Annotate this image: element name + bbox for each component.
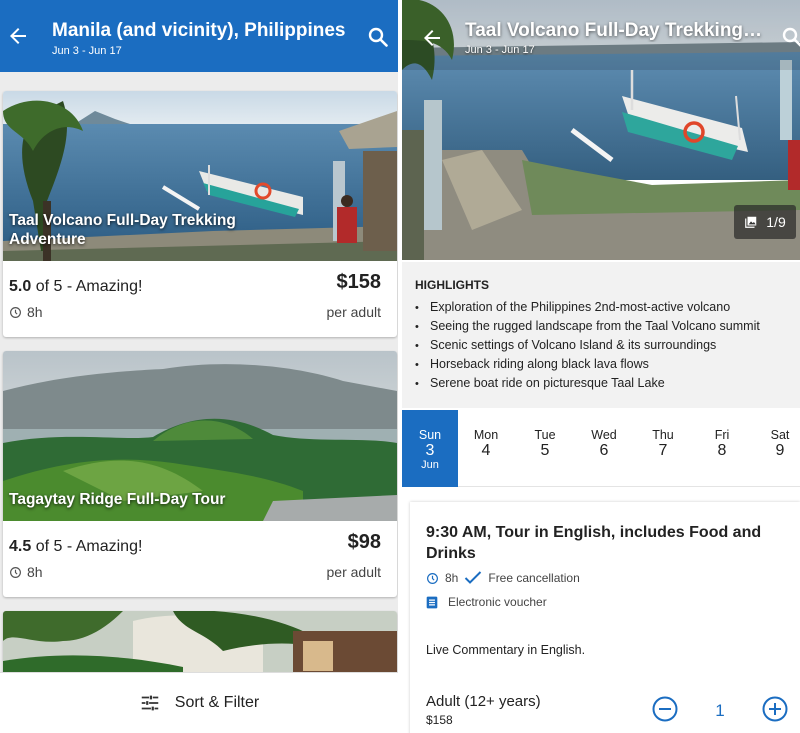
day-name: Wed [591, 428, 617, 442]
clock-icon [10, 306, 21, 318]
tour-option-title: 9:30 AM, Tour in English, includes Food … [426, 524, 762, 562]
search-results-screen: Manila (and vicinity), Philippines Jun 3… [0, 0, 398, 733]
day-date: 9 [775, 442, 785, 459]
ticket-type-label: Adult (12+ years) [426, 693, 541, 710]
highlight-item: Scenic settings of Volcano Island & its … [415, 336, 760, 355]
price: $98 [347, 531, 381, 553]
highlights-list: Exploration of the Philippines 2nd-most-… [415, 298, 760, 393]
voucher-row: Electronic voucher [426, 595, 547, 609]
activity-card-partial[interactable] [3, 611, 397, 681]
day-name: Fri [714, 428, 730, 442]
activity-photo: Tagaytay Ridge Full-Day Tour [3, 351, 397, 521]
tour-duration: 8h [445, 571, 459, 585]
results-app-bar: Manila (and vicinity), Philippines Jun 3… [0, 0, 398, 72]
day-date: 5 [540, 442, 550, 459]
plus-circle-icon[interactable] [762, 696, 788, 722]
activity-hero-image[interactable]: Taal Volcano Full-Day Trekking Adventure… [402, 0, 800, 260]
highlights-heading: HIGHLIGHTS [415, 278, 489, 292]
duration: 8h [9, 304, 43, 320]
destination-title: Manila (and vicinity), Philippines [52, 20, 346, 41]
ticket-price: $158 [426, 713, 453, 727]
price-unit: per adult [326, 564, 381, 580]
day-thu[interactable]: Thu 7 [635, 410, 691, 487]
search-icon[interactable] [366, 25, 390, 49]
day-date: 4 [481, 442, 491, 459]
voucher-text: Electronic voucher [448, 595, 547, 609]
activity-title: Taal Volcano Full-Day Trekking Adventure [9, 212, 236, 248]
tour-option-meta: 8h Free cancellation [426, 570, 580, 586]
commentary-text: Live Commentary in English. [426, 643, 586, 657]
activity-card-tagaytay[interactable]: Tagaytay Ridge Full-Day Tour 4.5 of 5 - … [3, 351, 397, 597]
rating-score: 4.5 [9, 538, 32, 555]
sort-filter-button[interactable]: Sort & Filter [0, 672, 398, 733]
sliders-icon [141, 695, 159, 711]
photo-counter-text: 1/9 [766, 214, 786, 230]
highlight-item: Serene boat ride on picturesque Taal Lak… [415, 374, 760, 393]
day-fri[interactable]: Fri 8 [694, 410, 750, 487]
rating-score: 5.0 [9, 278, 32, 295]
day-date: 7 [658, 442, 668, 459]
price: $158 [336, 271, 382, 293]
day-name: Sat [770, 428, 790, 442]
checkmark-icon [465, 571, 482, 584]
day-sat[interactable]: Sat 9 [752, 410, 800, 487]
day-sun[interactable]: Sun 3 Jun [402, 410, 458, 487]
activity-detail-screen: Taal Volcano Full-Day Trekking Adventure… [402, 0, 800, 733]
ticket-quantity: 1 [715, 701, 725, 720]
day-name: Mon [473, 428, 499, 442]
minus-circle-icon[interactable] [652, 696, 678, 722]
highlights-section: HIGHLIGHTS Exploration of the Philippine… [402, 262, 800, 408]
duration-text: 8h [27, 304, 43, 320]
highlight-item: Seeing the rugged landscape from the Taa… [415, 317, 760, 336]
day-date: 8 [717, 442, 727, 459]
day-date: 3 [425, 442, 435, 459]
activity-photo: Taal Volcano Full-Day Trekking Adventure [3, 91, 397, 261]
trip-dates: Jun 3 - Jun 17 [465, 44, 535, 56]
activity-title: Tagaytay Ridge Full-Day Tour [9, 491, 226, 508]
clock-icon [427, 572, 438, 584]
day-mon[interactable]: Mon 4 [458, 410, 514, 487]
clock-icon [10, 566, 21, 578]
day-name: Thu [652, 428, 674, 442]
gallery-icon [745, 216, 757, 228]
back-arrow-icon[interactable] [6, 24, 30, 48]
date-picker-strip: Sun 3 Jun Mon 4 Tue 5 Wed 6 Thu 7 Fri 8 … [402, 410, 800, 487]
day-name: Tue [534, 428, 556, 442]
tour-option-card: 9:30 AM, Tour in English, includes Food … [410, 502, 800, 733]
day-month: Jun [421, 459, 439, 471]
trip-dates: Jun 3 - Jun 17 [52, 45, 122, 57]
day-wed[interactable]: Wed 6 [576, 410, 632, 487]
duration: 8h [9, 564, 43, 580]
rating-text: 4.5 of 5 - Amazing! [9, 538, 142, 556]
duration-text: 8h [27, 564, 43, 580]
price-unit: per adult [326, 304, 381, 320]
free-cancellation: Free cancellation [488, 571, 580, 585]
activity-photo [3, 611, 397, 681]
highlight-item: Horseback riding along black lava flows [415, 355, 760, 374]
day-tue[interactable]: Tue 5 [517, 410, 573, 487]
day-date: 6 [599, 442, 609, 459]
day-name: Sun [418, 428, 442, 442]
sort-filter-label: Sort & Filter [174, 694, 260, 711]
rating-text: 5.0 of 5 - Amazing! [9, 278, 142, 296]
rating-suffix: of 5 - Amazing! [31, 538, 143, 555]
voucher-icon [426, 596, 438, 608]
photo-counter[interactable]: 1/9 [734, 205, 796, 239]
rating-suffix: of 5 - Amazing! [31, 278, 143, 295]
activity-card-taal[interactable]: Taal Volcano Full-Day Trekking Adventure… [3, 91, 397, 337]
search-icon[interactable] [780, 25, 800, 49]
highlight-item: Exploration of the Philippines 2nd-most-… [415, 298, 760, 317]
back-arrow-icon[interactable] [420, 26, 444, 50]
activity-title: Taal Volcano Full-Day Trekking Adventure [465, 20, 765, 41]
